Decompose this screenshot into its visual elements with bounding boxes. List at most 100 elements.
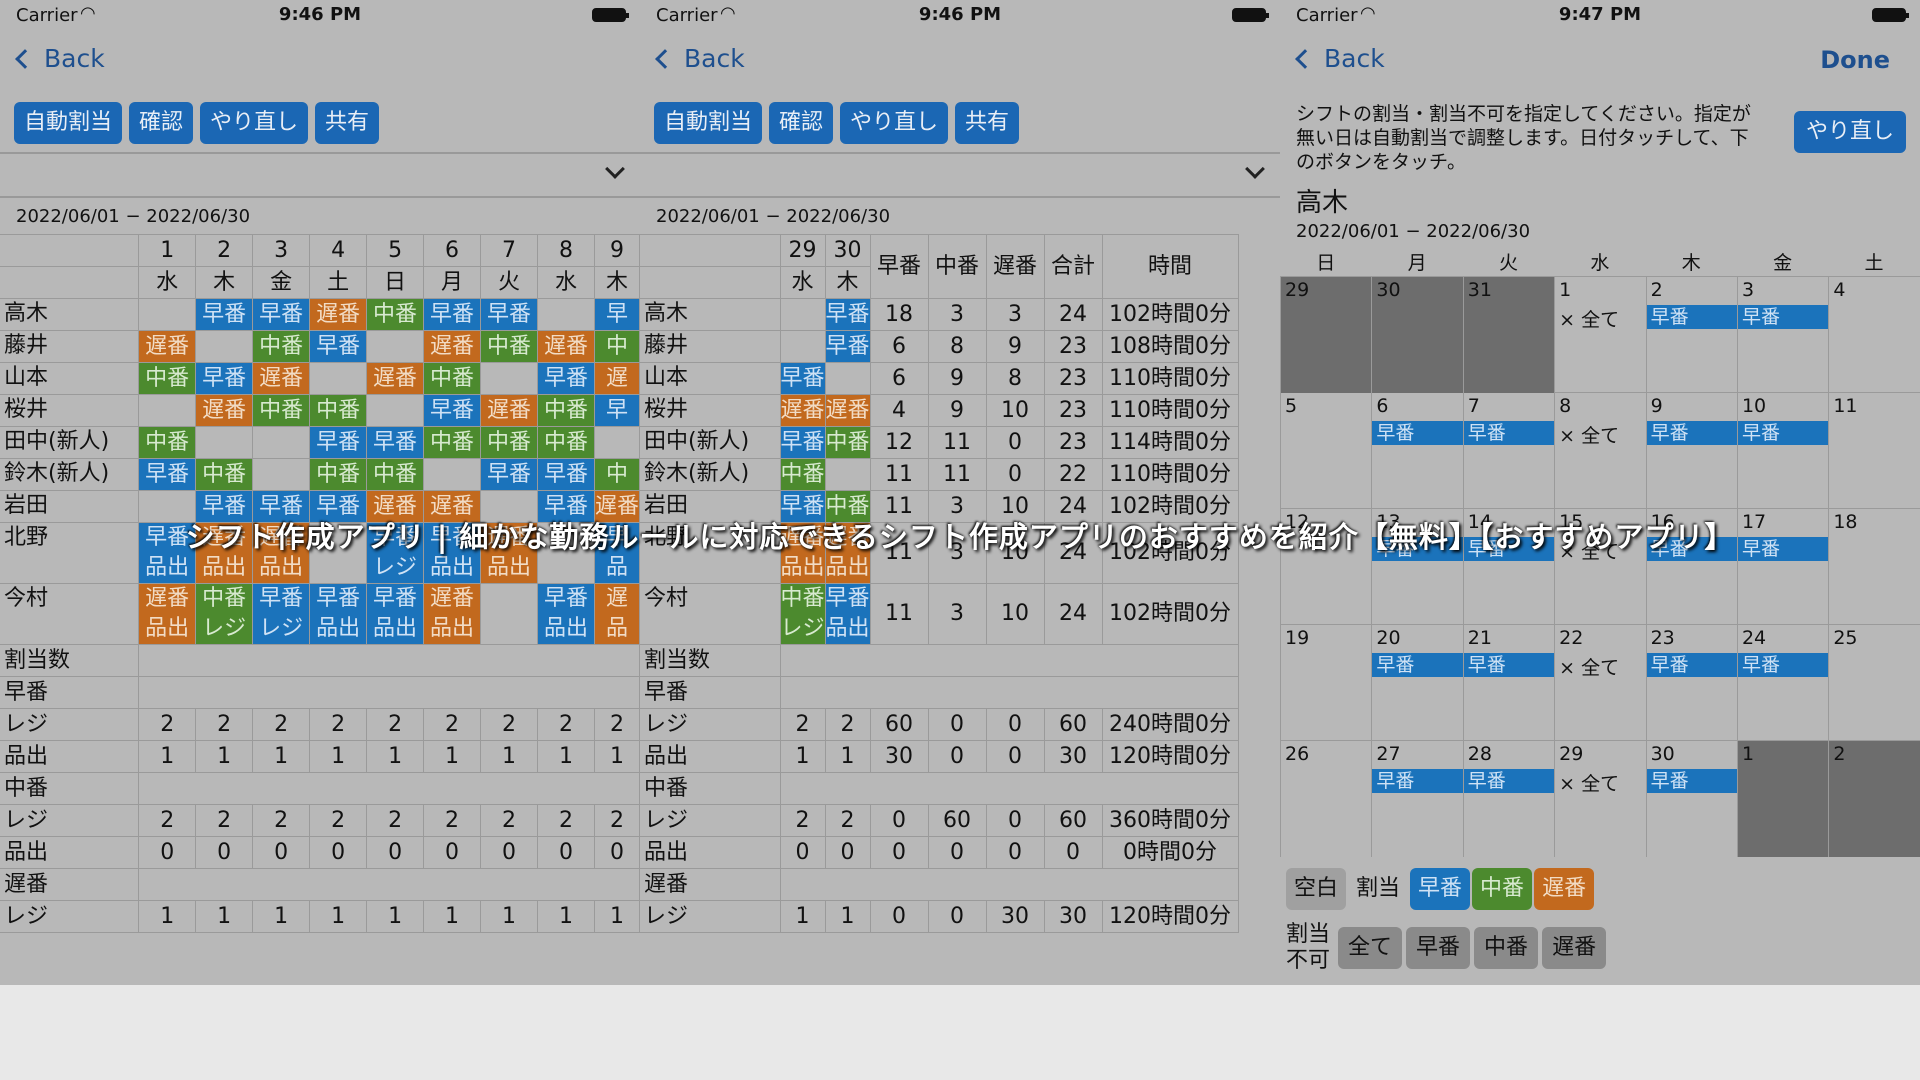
forbid-early-button[interactable]: 早番	[1406, 927, 1471, 969]
day-number[interactable]: 6	[423, 234, 482, 267]
shift-cell[interactable]: 中番	[779, 458, 826, 491]
assign-early-button[interactable]: 早番	[1410, 868, 1471, 910]
redo-button[interactable]: やり直し	[1793, 111, 1906, 153]
calendar-day[interactable]: 1	[1736, 741, 1829, 857]
shift-cell[interactable]	[593, 426, 640, 459]
back-button[interactable]: Back	[1295, 44, 1385, 73]
shift-cell[interactable]: 遅品	[593, 583, 640, 645]
day-number[interactable]: 29	[779, 234, 826, 267]
calendar-day[interactable]: 19	[1280, 625, 1371, 741]
day-number[interactable]: 30	[824, 234, 871, 267]
calendar-day[interactable]: 25	[1828, 625, 1919, 741]
shift-cell[interactable]: 中番 レジ	[779, 583, 826, 645]
shift-cell[interactable]: 早番	[195, 362, 254, 395]
shift-cell[interactable]: 遅番	[138, 330, 197, 363]
redo-button[interactable]: やり直し	[840, 102, 949, 144]
shift-cell[interactable]: 中番	[309, 394, 368, 427]
shift-cell[interactable]: 中番	[138, 426, 197, 459]
shift-cell[interactable]	[309, 362, 368, 395]
shift-cell[interactable]: 早番 品出	[536, 583, 595, 645]
shift-cell[interactable]: 遅番	[824, 394, 871, 427]
shift-cell[interactable]: 早番	[824, 298, 871, 331]
calendar-day[interactable]: 24 早番	[1736, 625, 1829, 741]
calendar-day[interactable]: 22 × 全て	[1554, 625, 1645, 741]
calendar-day[interactable]: 8 × 全て	[1554, 393, 1645, 509]
shift-cell[interactable]: 中番	[138, 362, 197, 395]
shift-cell[interactable]: 早番	[779, 426, 826, 459]
blank-button[interactable]: 空白	[1286, 868, 1347, 910]
shift-cell[interactable]: 中番	[252, 330, 311, 363]
calendar-day[interactable]: 2 早番	[1645, 277, 1737, 393]
shift-cell[interactable]: 早番	[536, 362, 595, 395]
shift-cell[interactable]: 遅番	[252, 362, 311, 395]
calendar-day[interactable]: 7 早番	[1462, 393, 1555, 509]
confirm-button[interactable]: 確認	[769, 102, 834, 144]
shift-cell[interactable]: 遅番	[366, 362, 425, 395]
shift-cell[interactable]: 中番	[195, 458, 254, 491]
shift-cell[interactable]	[138, 394, 197, 427]
shift-cell[interactable]: 中番	[480, 330, 538, 363]
shift-cell[interactable]: 中番	[824, 426, 871, 459]
auto-assign-button[interactable]: 自動割当	[14, 102, 123, 144]
shift-cell[interactable]: 遅番 品出	[423, 583, 482, 645]
calendar-day[interactable]: 20 早番	[1371, 625, 1463, 741]
calendar-day[interactable]: 27 早番	[1371, 741, 1463, 857]
shift-cell[interactable]	[252, 426, 311, 459]
shift-cell[interactable]	[423, 458, 482, 491]
shift-cell[interactable]	[252, 458, 311, 491]
shift-cell[interactable]: 早番	[480, 458, 538, 491]
calendar-day[interactable]: 29	[1280, 277, 1372, 393]
back-button[interactable]: Back	[15, 44, 105, 73]
shift-cell[interactable]	[138, 298, 197, 331]
shift-cell[interactable]: 早番	[536, 458, 595, 491]
shift-cell[interactable]: 早番	[366, 426, 425, 459]
shift-cell[interactable]: 早番	[252, 298, 311, 331]
calendar-day[interactable]: 29 × 全て	[1554, 741, 1645, 857]
day-number[interactable]: 1	[138, 234, 197, 267]
calendar-day[interactable]: 4	[1828, 277, 1919, 393]
calendar-day[interactable]: 31	[1462, 277, 1555, 393]
shift-cell[interactable]: 中	[593, 458, 640, 491]
day-number[interactable]: 9	[593, 234, 640, 267]
forbid-late-button[interactable]: 遅番	[1542, 927, 1607, 969]
shift-cell[interactable]	[480, 583, 538, 645]
shift-cell[interactable]: 遅番	[480, 394, 538, 427]
shift-cell[interactable]: 中番	[536, 426, 595, 459]
day-number[interactable]: 7	[480, 234, 538, 267]
shift-cell[interactable]	[824, 458, 871, 491]
day-number[interactable]: 4	[309, 234, 368, 267]
shift-cell[interactable]: 早番	[309, 426, 368, 459]
shift-cell[interactable]: 遅番	[423, 330, 482, 363]
shift-cell[interactable]: 遅番	[779, 394, 826, 427]
shift-cell[interactable]	[366, 394, 425, 427]
back-button[interactable]: Back	[655, 44, 745, 73]
shift-cell[interactable]: 早番	[138, 458, 197, 491]
shift-cell[interactable]: 早番 レジ	[252, 583, 311, 645]
shift-cell[interactable]	[536, 298, 595, 331]
calendar-day[interactable]: 11	[1828, 393, 1919, 509]
assign-mid-button[interactable]: 中番	[1472, 868, 1533, 910]
calendar-day[interactable]: 6 早番	[1371, 393, 1463, 509]
forbid-mid-button[interactable]: 中番	[1474, 927, 1539, 969]
shift-cell[interactable]	[195, 426, 254, 459]
day-number[interactable]: 2	[195, 234, 254, 267]
day-number[interactable]: 8	[536, 234, 595, 267]
chevron-down-icon[interactable]	[605, 159, 625, 179]
calendar-day[interactable]: 21 早番	[1462, 625, 1555, 741]
shift-cell[interactable]: 遅番	[195, 394, 254, 427]
shift-cell[interactable]: 早番	[423, 394, 482, 427]
share-button[interactable]: 共有	[955, 102, 1020, 144]
calendar-day[interactable]: 5	[1280, 393, 1371, 509]
confirm-button[interactable]: 確認	[129, 102, 194, 144]
redo-button[interactable]: やり直し	[200, 102, 309, 144]
shift-cell[interactable]: 中番	[423, 362, 482, 395]
shift-cell[interactable]	[824, 362, 871, 395]
shift-cell[interactable]: 早番	[480, 298, 538, 331]
shift-cell[interactable]: 早番 品出	[309, 583, 368, 645]
calendar-day[interactable]: 23 早番	[1645, 625, 1737, 741]
calendar-day[interactable]: 28 早番	[1462, 741, 1555, 857]
shift-cell[interactable]: 遅番	[536, 330, 595, 363]
calendar-day[interactable]: 3 早番	[1736, 277, 1829, 393]
shift-cell[interactable]	[195, 330, 254, 363]
shift-cell[interactable]: 中番	[423, 426, 482, 459]
